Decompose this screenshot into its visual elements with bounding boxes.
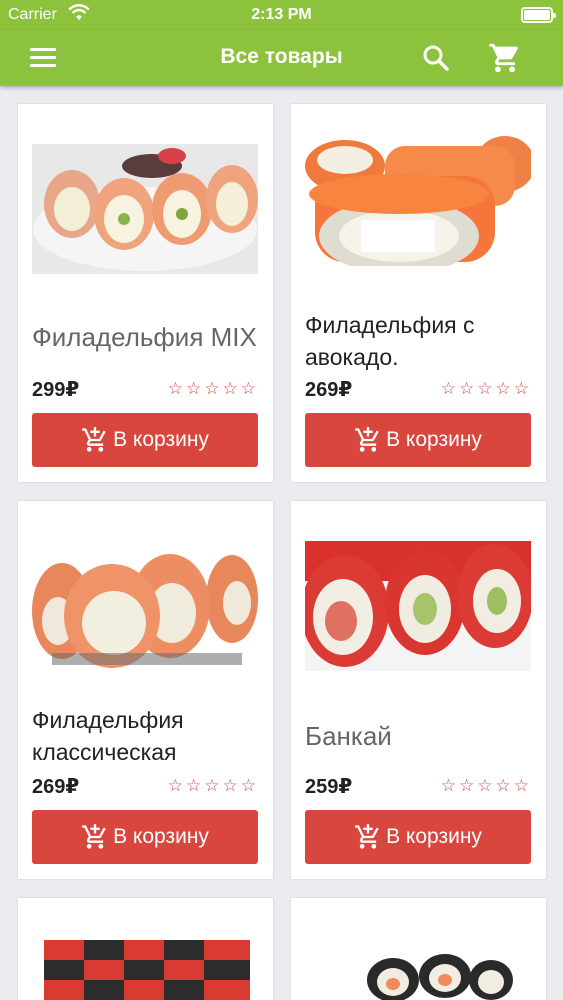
product-card[interactable]: Филадельфия MIX 299₽ ☆☆☆☆☆ В корзину — [18, 104, 273, 482]
menu-button[interactable] — [24, 44, 64, 72]
add-cart-icon — [355, 824, 379, 849]
page-title: Все товары — [220, 45, 343, 68]
add-to-cart-button[interactable]: В корзину — [32, 413, 258, 467]
search-button[interactable] — [420, 42, 456, 74]
product-image — [32, 541, 258, 671]
product-name: Филадельфия с авокадо. — [305, 312, 475, 370]
product-price: 299₽ — [32, 379, 80, 401]
product-card[interactable]: Филадельфия с авокадо. 269₽ ☆☆☆☆☆ В корз… — [291, 104, 546, 482]
product-card[interactable]: Филадельфия классическая 269₽ ☆☆☆☆☆ В ко… — [18, 501, 273, 879]
product-name: Банкай — [305, 721, 392, 751]
clock: 2:13 PM — [251, 6, 312, 23]
cart-button[interactable] — [488, 41, 528, 75]
product-price: 269₽ — [32, 776, 80, 798]
search-icon — [423, 45, 449, 71]
product-card[interactable] — [18, 898, 273, 1000]
product-image — [305, 541, 531, 671]
product-card[interactable]: Банкай 259₽ ☆☆☆☆☆ В корзину — [291, 501, 546, 879]
app-bar: Все товары — [0, 30, 563, 86]
product-image — [32, 930, 258, 1000]
status-bar: Carrier 2:13 PM — [0, 0, 563, 30]
product-price: 269₽ — [305, 379, 353, 401]
add-to-cart-label: В корзину — [113, 428, 209, 451]
add-to-cart-button[interactable]: В корзину — [305, 810, 531, 864]
product-name: Филадельфия MIX — [32, 322, 257, 352]
product-price: 259₽ — [305, 776, 353, 798]
rating-stars[interactable]: ☆☆☆☆☆ — [441, 776, 532, 796]
add-cart-icon — [82, 824, 106, 849]
product-image — [305, 136, 531, 266]
add-to-cart-label: В корзину — [386, 825, 482, 848]
add-to-cart-button[interactable]: В корзину — [305, 413, 531, 467]
product-image — [32, 144, 258, 274]
rating-stars[interactable]: ☆☆☆☆☆ — [168, 379, 259, 399]
cart-icon — [489, 43, 518, 73]
add-to-cart-label: В корзину — [113, 825, 209, 848]
rating-stars[interactable]: ☆☆☆☆☆ — [441, 379, 532, 399]
product-card[interactable] — [291, 898, 546, 1000]
add-cart-icon — [82, 427, 106, 452]
rating-stars[interactable]: ☆☆☆☆☆ — [168, 776, 259, 796]
product-name: Филадельфия классическая — [32, 707, 184, 765]
add-cart-icon — [355, 427, 379, 452]
add-to-cart-label: В корзину — [386, 428, 482, 451]
add-to-cart-button[interactable]: В корзину — [32, 810, 258, 864]
battery-icon — [521, 7, 556, 23]
product-image — [305, 950, 531, 1000]
